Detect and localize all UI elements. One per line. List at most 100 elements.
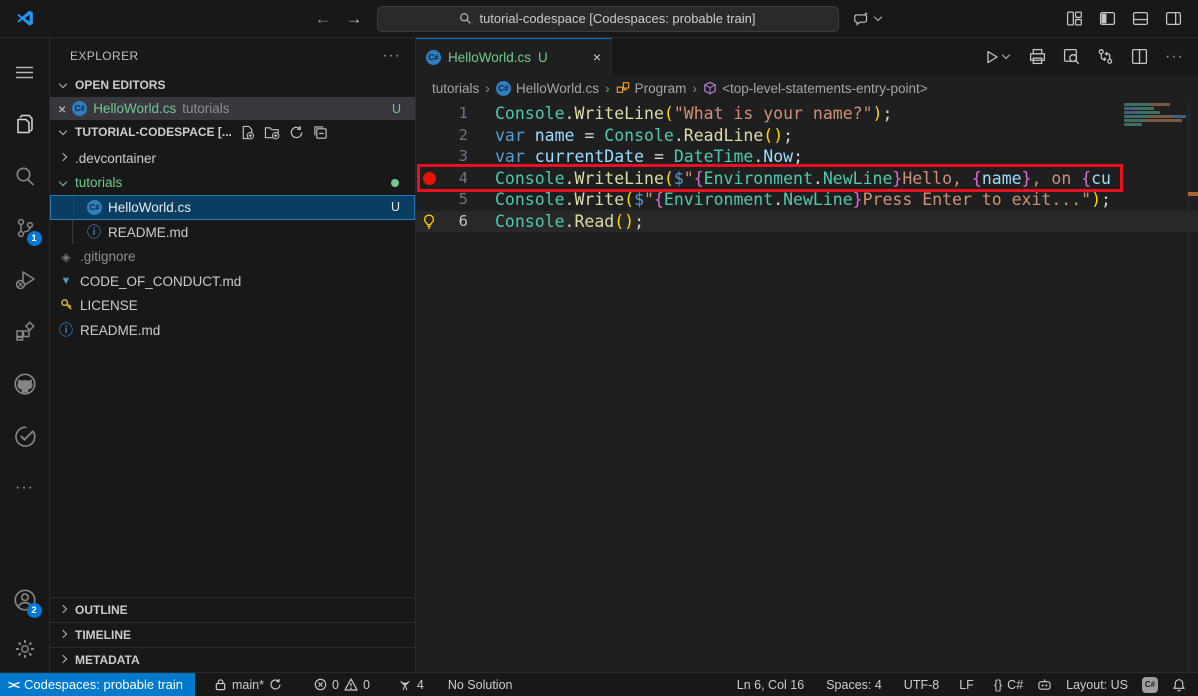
code-text: var currentDate = DateTime.Now; [495,147,804,166]
indentation[interactable]: Spaces: 4 [819,673,889,696]
gutter-4[interactable] [416,171,442,185]
problems-indicator[interactable]: 0 0 [307,673,377,696]
testing-icon[interactable] [0,410,50,462]
chevron-down-icon [58,79,68,89]
breadcrumb-program[interactable]: Program [616,81,686,96]
breakpoint-icon[interactable] [422,171,436,185]
tab-bar: C# HelloWorld.cs U × ··· [416,38,1198,75]
tree-item-readme-tutorials[interactable]: ⓘ README.md [50,219,415,245]
workspace-header[interactable]: TUTORIAL-CODESPACE [... [50,120,415,144]
breadcrumb-file[interactable]: C# HelloWorld.cs [495,80,599,96]
editor-more-actions-icon[interactable]: ··· [1165,48,1184,66]
code-line-4[interactable]: 4 Console.WriteLine($"{Environment.NewLin… [416,168,1198,190]
explorer-more-actions-icon[interactable]: ··· [382,47,401,65]
copilot-menu[interactable] [853,10,884,28]
new-file-icon[interactable] [240,125,255,140]
run-menu[interactable] [984,49,1012,65]
csharp-file-icon: C# [87,199,102,215]
search-view-icon[interactable] [0,150,50,202]
encoding[interactable]: UTF-8 [897,673,946,696]
breadcrumb-entry-point[interactable]: <top-level-statements-entry-point> [703,81,928,96]
nav-back-icon[interactable]: ← [315,9,332,29]
code-editor[interactable]: 1 Console.WriteLine("What is your name?")… [416,101,1198,672]
settings-gear-icon[interactable] [0,626,50,672]
close-editor-icon[interactable]: × [58,101,66,117]
code-line-2[interactable]: 2 var name = Console.ReadLine(); [416,125,1198,147]
tree-item-tutorials[interactable]: tutorials [50,171,415,196]
tree-item-helloworld[interactable]: C# HelloWorld.cs U [50,195,415,220]
tree-item-license[interactable]: LICENSE [50,294,415,319]
warning-icon [344,678,358,691]
overview-ruler[interactable] [1188,101,1198,672]
command-center-search[interactable]: tutorial-codespace [Codespaces: probable… [376,5,839,32]
source-control-badge: 1 [26,231,42,246]
more-views-icon[interactable]: ··· [0,462,50,514]
metadata-header[interactable]: METADATA [50,647,415,672]
cursor-position[interactable]: Ln 6, Col 16 [730,673,811,696]
solution-indicator[interactable]: No Solution [441,673,520,696]
lightbulb-icon[interactable] [422,214,436,229]
tab-untracked-badge: U [538,49,548,65]
overview-ruler-mark [1188,192,1198,196]
toggle-panel-icon[interactable] [1132,10,1149,27]
run-debug-icon[interactable] [0,254,50,306]
customize-layout-icon[interactable] [1066,10,1083,27]
line-number: 1 [458,104,468,122]
code-line-5[interactable]: 5 Console.Write($"{Environment.NewLine}Pr… [416,189,1198,211]
code-text: var name = Console.ReadLine(); [495,125,794,145]
remote-indicator[interactable]: >< Codespaces: probable train [0,673,196,696]
open-preview-icon[interactable] [1063,48,1080,65]
copilot-status[interactable] [1030,673,1059,696]
new-folder-icon[interactable] [264,125,280,140]
code-line-1[interactable]: 1 Console.WriteLine("What is your name?")… [416,103,1198,125]
code-line-3[interactable]: 3 var currentDate = DateTime.Now; [416,146,1198,168]
explorer-icon[interactable] [0,98,50,150]
refresh-icon[interactable] [289,125,304,140]
source-control-icon[interactable]: 1 [0,202,50,254]
collapse-all-icon[interactable] [313,125,328,140]
untracked-badge: U [390,200,400,215]
tab-close-icon[interactable]: × [593,49,601,65]
eol-sequence[interactable]: LF [952,673,981,696]
ports-indicator[interactable]: 4 [391,673,431,696]
untracked-badge: U [391,101,401,116]
language-mode[interactable]: {} C# [987,673,1030,696]
tree-item-code-of-conduct[interactable]: ▼ CODE_OF_CONDUCT.md [50,269,415,294]
open-changes-icon[interactable] [1097,48,1114,65]
accounts-icon[interactable]: 2 [0,574,50,626]
split-editor-icon[interactable] [1131,48,1148,65]
branch-indicator[interactable]: main* [207,673,289,696]
chevron-down-icon [58,177,68,187]
menu-icon[interactable] [0,46,50,98]
title-bar: ← → tutorial-codespace [Codespaces: prob… [0,0,1198,38]
toggle-primary-sidebar-icon[interactable] [1099,10,1116,27]
csharp-devkit-badge[interactable]: C# [1135,673,1165,696]
license-key-icon [58,298,74,314]
tree-item-devcontainer[interactable]: .devcontainer [50,146,415,171]
gutter-6[interactable] [416,214,442,229]
notifications-bell[interactable] [1165,673,1198,696]
breadcrumb-tutorials[interactable]: tutorials [432,81,479,96]
extensions-icon[interactable] [0,306,50,358]
git-file-icon: ◈ [61,249,71,264]
accounts-badge: 2 [26,603,42,618]
chevron-right-icon [58,604,68,614]
outline-header[interactable]: OUTLINE [50,597,415,622]
tree-item-gitignore[interactable]: ◈ .gitignore [50,244,415,269]
keyboard-layout[interactable]: Layout: US [1059,673,1135,696]
tab-helloworld[interactable]: C# HelloWorld.cs U × [416,38,612,75]
code-text: Console.WriteLine("What is your name?"); [495,104,893,123]
minimap[interactable] [1122,101,1198,672]
print-icon[interactable] [1029,48,1046,65]
code-line-6[interactable]: 6 Console.Read(); [416,210,1198,232]
copilot-chat-icon [853,11,868,26]
tree-item-readme-root[interactable]: ⓘ README.md [50,318,415,343]
copilot-robot-icon [1038,678,1051,690]
symbol-class-icon [616,82,629,93]
nav-forward-icon[interactable]: → [346,9,363,29]
toggle-secondary-sidebar-icon[interactable] [1165,10,1182,27]
github-icon[interactable] [0,358,50,410]
open-editor-item[interactable]: × C# HelloWorld.cs tutorials U [50,97,415,120]
open-editors-header[interactable]: OPEN EDITORS [50,73,415,97]
timeline-header[interactable]: TIMELINE [50,622,415,647]
